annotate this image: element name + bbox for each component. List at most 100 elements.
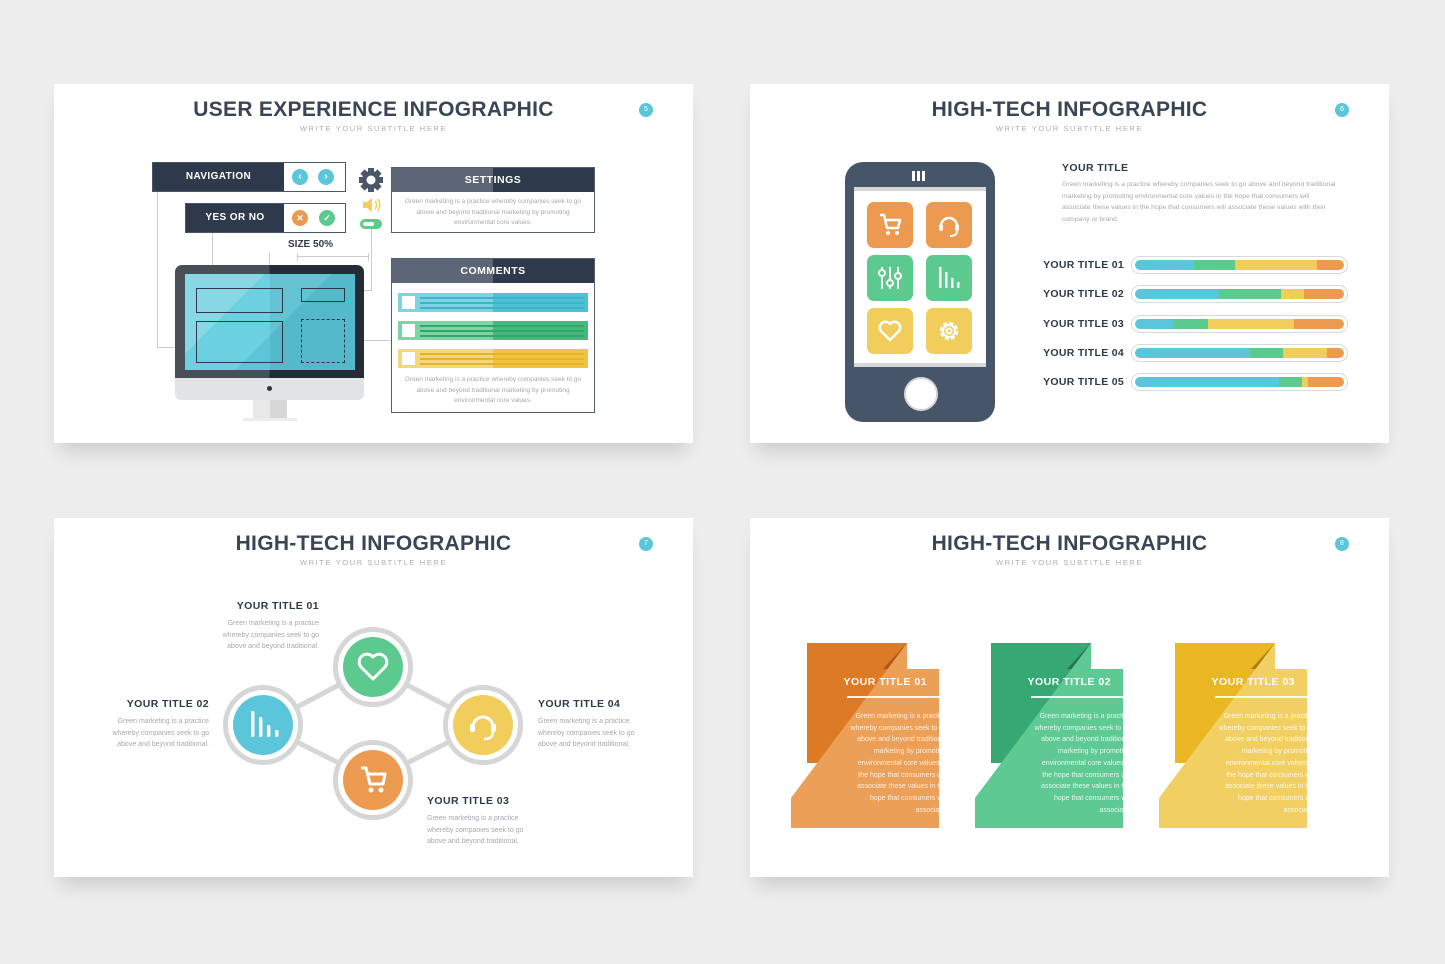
node-headset[interactable] — [443, 685, 523, 765]
stacked-bar — [1131, 256, 1348, 274]
checkbox[interactable] — [402, 352, 415, 365]
bar-chart-icon — [939, 267, 960, 288]
app-tile-cart[interactable] — [867, 202, 913, 248]
monitor-chin — [175, 378, 364, 400]
stacked-bar — [1131, 373, 1348, 392]
speaker-icon[interactable] — [362, 197, 382, 213]
bar-segment — [1283, 347, 1328, 358]
bar-segment — [1281, 289, 1305, 300]
bar-segment — [1316, 260, 1344, 270]
headset-icon — [470, 715, 496, 741]
size-bracket — [297, 256, 369, 257]
node-heart[interactable] — [333, 627, 413, 707]
slide-hightech-cards: HIGH-TECH INFOGRAPHIC WRITE YOUR SUBTITL… — [750, 518, 1389, 877]
navigation-label: NAVIGATION — [153, 163, 284, 191]
bar-segment — [1135, 318, 1173, 329]
node-title: YOUR TITLE 03 — [427, 795, 510, 807]
card-divider — [1215, 696, 1315, 698]
progress-label: YOUR TITLE 01 — [1043, 259, 1124, 271]
node-fill — [453, 695, 513, 755]
card-text: Green marketing is a practice whereby com… — [1218, 713, 1316, 814]
bar-segment — [1304, 289, 1344, 300]
settings-text: Green marketing is a practice whereby co… — [404, 198, 582, 226]
bar-segment — [1308, 377, 1344, 388]
slide-title: USER EXPERIENCE INFOGRAPHIC — [193, 98, 554, 121]
node-title: YOUR TITLE 01 — [236, 600, 319, 612]
node-bar-chart[interactable] — [223, 685, 303, 765]
connector-line — [371, 229, 372, 291]
bar-segment — [1249, 347, 1284, 358]
home-button[interactable] — [904, 377, 938, 411]
comment-bar — [398, 293, 588, 312]
bar-segment — [1172, 318, 1209, 329]
settings-panel: SETTINGS Green marketing is a practice w… — [391, 167, 595, 233]
stacked-bar — [1131, 314, 1348, 333]
cart-icon — [361, 766, 387, 793]
connector-line — [364, 340, 391, 341]
node-text: Green marketing is a practice whereby com… — [222, 620, 320, 650]
size-bracket — [368, 253, 369, 261]
bar-segment — [1235, 260, 1317, 270]
camera-dot — [267, 386, 272, 391]
size-bracket — [297, 253, 298, 261]
node-fill — [343, 637, 403, 697]
section-heading: YOUR TITLE — [1062, 162, 1129, 174]
slide-subtitle: WRITE YOUR SUBTITLE HERE — [299, 124, 448, 133]
settings-header: SETTINGS — [392, 168, 594, 192]
bar-segment — [1327, 347, 1344, 358]
comments-header: COMMENTS — [392, 259, 594, 283]
node-fill — [233, 695, 293, 755]
bar-segment — [1208, 318, 1294, 329]
node-title: YOUR TITLE 02 — [126, 698, 209, 710]
stacked-bar — [1131, 285, 1348, 304]
app-tile-bar-chart[interactable] — [926, 255, 972, 301]
cart-icon — [880, 213, 902, 235]
gear-icon — [939, 321, 959, 341]
yes-or-no-control: YES OR NO ✕ ✓ — [185, 203, 346, 233]
app-tile-gear[interactable] — [926, 308, 972, 354]
bar-segment — [1218, 289, 1282, 300]
monitor-stand — [253, 400, 287, 418]
progress-label: YOUR TITLE 02 — [1043, 288, 1124, 301]
progress-label: YOUR TITLE 05 — [1043, 376, 1124, 389]
sliders-icon — [878, 267, 902, 289]
navigation-control: NAVIGATION ‹ › — [152, 162, 346, 192]
app-tile-headset[interactable] — [926, 202, 972, 248]
heart-icon — [357, 652, 389, 681]
cards-graphic — [791, 643, 1307, 828]
connector-line — [157, 190, 158, 348]
progress-row: YOUR TITLE 01 — [1040, 255, 1348, 275]
slide-ux-infographic: USER EXPERIENCE INFOGRAPHIC WRITE YOUR S… — [54, 84, 693, 443]
slide-hightech-phone: HIGH-TECH INFOGRAPHIC WRITE YOUR SUBTITL… — [750, 84, 1389, 443]
bar-segment — [1193, 260, 1236, 270]
checkbox[interactable] — [402, 296, 415, 309]
card-text: Green marketing is a practice whereby com… — [1034, 713, 1132, 814]
signal-icon — [922, 171, 925, 181]
card-title: YOUR TITLE 01 — [843, 676, 927, 688]
card-divider — [847, 696, 947, 698]
node-cart[interactable] — [333, 740, 413, 820]
heart-icon — [878, 320, 902, 342]
bar-segment — [1135, 377, 1280, 388]
toggle-icon[interactable] — [360, 219, 382, 229]
bar-segment — [1279, 377, 1303, 388]
progress-row: YOUR TITLE 05 — [1040, 372, 1348, 392]
monitor-base — [243, 418, 297, 421]
bar-segment — [1135, 289, 1219, 300]
comment-bar — [398, 349, 588, 368]
chevron-right-icon[interactable]: › — [318, 169, 334, 185]
check-icon[interactable]: ✓ — [319, 210, 335, 226]
node-text: Green marketing is a practice whereby com… — [427, 815, 524, 845]
monitor-illustration — [175, 265, 364, 425]
slide-subtitle: WRITE YOUR SUBTITLE HERE — [995, 124, 1144, 133]
card-divider — [1031, 696, 1131, 698]
checkbox[interactable] — [402, 324, 415, 337]
app-tile-heart[interactable] — [867, 308, 913, 354]
chevron-left-icon[interactable]: ‹ — [292, 169, 308, 185]
progress-label: YOUR TITLE 03 — [1043, 317, 1124, 330]
gear-icon[interactable] — [358, 167, 384, 193]
close-icon[interactable]: ✕ — [292, 210, 308, 226]
app-tile-sliders[interactable] — [867, 255, 913, 301]
bar-segment — [1135, 260, 1194, 270]
stacked-bar — [1131, 343, 1348, 362]
